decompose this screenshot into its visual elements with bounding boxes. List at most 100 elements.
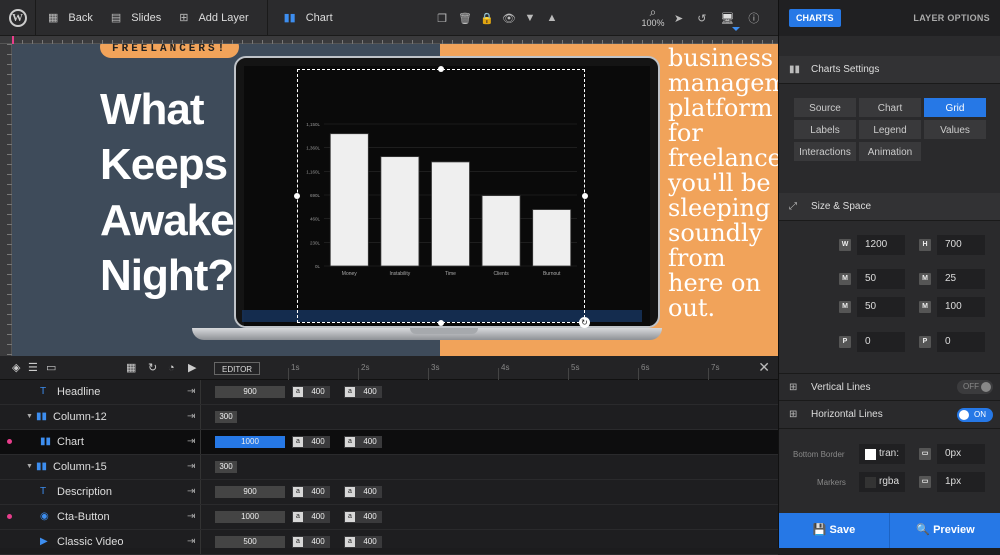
charts-settings-header[interactable]: ▮▮ Charts Settings — [779, 56, 1000, 84]
timer-icon[interactable]: ◔ — [168, 356, 175, 380]
layer-row-headline[interactable]: T Headline ⇥ 900 a 400 a 400 — [0, 380, 778, 405]
horizontal-lines-toggle[interactable]: ON — [957, 408, 993, 422]
layer-row-column-12[interactable]: ▼ ▮▮ Column-12 ⇥ 300 — [0, 405, 778, 430]
resize-handle-left[interactable] — [294, 193, 300, 199]
loop-icon[interactable]: ↻ — [148, 356, 157, 380]
start-time-pill[interactable]: 1000 — [215, 436, 285, 448]
tab-charts[interactable]: CHARTS — [789, 9, 841, 27]
slides-button[interactable]: ▤ Slides — [111, 0, 161, 36]
settings-panel: CHARTS LAYER OPTIONS ▮▮ Charts Settings S… — [778, 0, 1000, 548]
out-duration-pill[interactable]: a 400 — [344, 436, 382, 448]
zoom-control[interactable]: ⌕ 100% — [640, 6, 666, 28]
margin-bottom-input[interactable]: 50 — [857, 297, 905, 317]
settings-tab-source[interactable]: Source — [793, 97, 857, 118]
rotate-handle-icon[interactable]: ↻ — [579, 317, 590, 328]
pin-icon[interactable]: ⇥ — [187, 455, 195, 479]
pin-icon[interactable]: ⇥ — [187, 430, 195, 454]
chart-layer-label[interactable]: ▮▮ Chart — [284, 0, 333, 36]
cursor-icon[interactable]: ➤ — [674, 12, 683, 25]
lock-icon[interactable]: 🔒 — [480, 12, 494, 25]
out-duration-pill[interactable]: a 400 — [344, 486, 382, 498]
resize-handle-right[interactable] — [582, 193, 588, 199]
layers-icon[interactable]: ◈ — [12, 356, 20, 380]
duplicate-icon[interactable]: ❐ — [436, 12, 448, 25]
margin-top-input[interactable]: 50 — [857, 269, 905, 289]
arrow-up-icon[interactable]: ▲ — [546, 12, 558, 24]
in-animation-icon: a — [293, 537, 303, 547]
arrow-down-icon[interactable]: ▼ — [524, 12, 536, 24]
preview-button[interactable]: 🔍 Preview — [890, 513, 1000, 548]
in-animation-icon: a — [293, 487, 303, 497]
list-icon[interactable]: ☰ — [28, 356, 38, 380]
settings-tab-legend[interactable]: Legend — [858, 119, 922, 140]
settings-tab-grid[interactable]: Grid — [923, 97, 987, 118]
editor-tag[interactable]: EDITOR — [214, 362, 261, 375]
resize-handle-bottom[interactable] — [438, 320, 444, 326]
tab-layer-options[interactable]: LAYER OPTIONS — [913, 13, 990, 23]
vertical-lines-toggle[interactable]: OFF — [957, 380, 993, 394]
settings-tab-labels[interactable]: Labels — [793, 119, 857, 140]
pin-icon[interactable]: ⇥ — [187, 530, 195, 554]
timeline-tick-line — [498, 368, 499, 380]
markers-width-input[interactable]: 1px — [937, 472, 985, 492]
wordpress-logo-icon[interactable]: W — [0, 0, 36, 36]
out-duration-pill[interactable]: a 400 — [344, 536, 382, 548]
grid-snap-icon[interactable]: ▦ — [126, 356, 136, 380]
pin-icon[interactable]: ⇥ — [187, 380, 195, 404]
column-start-pill[interactable]: 300 — [215, 411, 237, 423]
expand-arrow-icon[interactable]: ▼ — [26, 405, 33, 429]
layer-row-classic-video[interactable]: ▶ Classic Video ⇥ 500 a 400 a 400 — [0, 530, 778, 555]
size-space-header[interactable]: ⤢ Size & Space — [779, 193, 1000, 221]
play-icon[interactable]: ▶ — [188, 356, 196, 380]
settings-tab-chart[interactable]: Chart — [858, 97, 922, 118]
in-duration-pill[interactable]: a 400 — [292, 436, 330, 448]
out-duration-pill[interactable]: a 400 — [344, 386, 382, 398]
out-duration-pill[interactable]: a 400 — [344, 511, 382, 523]
in-duration-pill[interactable]: a 400 — [292, 386, 330, 398]
start-time-pill[interactable]: 1000 — [215, 511, 285, 523]
pin-icon[interactable]: ⇥ — [187, 480, 195, 504]
close-timeline-icon[interactable]: ✕ — [758, 359, 770, 376]
margin-right-input[interactable]: 25 — [937, 269, 985, 289]
layer-row-description[interactable]: T Description ⇥ 900 a 400 a 400 — [0, 480, 778, 505]
layer-row-chart[interactable]: ▮▮ Chart ⇥ 1000 a 400 a 400 — [0, 430, 778, 455]
bottom-border-width-input[interactable]: 0px — [937, 444, 985, 464]
expand-arrow-icon[interactable]: ▼ — [26, 455, 33, 479]
desktop-icon[interactable]: 🖥 — [720, 12, 734, 25]
markers-swatch[interactable] — [865, 477, 876, 488]
bottom-border-swatch[interactable] — [865, 449, 876, 460]
settings-tab-interactions[interactable]: Interactions — [793, 141, 857, 162]
settings-tab-animation[interactable]: Animation — [858, 141, 922, 162]
in-duration-pill[interactable]: a 400 — [292, 511, 330, 523]
start-time-pill[interactable]: 900 — [215, 486, 285, 498]
timeline-tick-label: 6s — [641, 363, 650, 372]
save-button[interactable]: 💾 Save — [779, 513, 890, 548]
layer-row-cta-button[interactable]: ◉ Cta-Button ⇥ 1000 a 400 a 400 — [0, 505, 778, 530]
start-time-pill[interactable]: 900 — [215, 386, 285, 398]
pin-icon[interactable]: ⇥ — [187, 405, 195, 429]
slide-canvas[interactable]: FREELANCERS! What Keeps You Awake At Nig… — [12, 44, 778, 356]
settings-tab-values[interactable]: Values — [923, 119, 987, 140]
chart-selection-box[interactable] — [297, 69, 585, 323]
layer-row-column-15[interactable]: ▼ ▮▮ Column-15 ⇥ 300 — [0, 455, 778, 480]
delete-icon[interactable]: 🗑 — [458, 12, 472, 25]
add-layer-button[interactable]: ⊞ Add Layer — [179, 0, 248, 36]
in-duration-pill[interactable]: a 400 — [292, 486, 330, 498]
margin-left-input[interactable]: 100 — [937, 297, 985, 317]
padding-left-input[interactable]: 0 — [857, 332, 905, 352]
back-button[interactable]: ▦ Back — [48, 0, 93, 36]
resize-handle-top[interactable] — [438, 66, 444, 72]
width-input[interactable]: 1200 — [857, 235, 905, 255]
in-animation-icon: a — [293, 512, 303, 522]
column-start-pill[interactable]: 300 — [215, 461, 237, 473]
start-time-pill[interactable]: 500 — [215, 536, 285, 548]
pin-icon[interactable]: ⇥ — [187, 505, 195, 529]
folder-icon[interactable]: ▭ — [46, 356, 56, 380]
undo-icon[interactable]: ↺ — [697, 12, 706, 25]
in-animation-icon: a — [293, 387, 303, 397]
padding-right-input[interactable]: 0 — [937, 332, 985, 352]
help-icon[interactable]: ⓘ — [748, 10, 759, 26]
visibility-icon[interactable]: 👁 — [502, 12, 516, 25]
in-duration-pill[interactable]: a 400 — [292, 536, 330, 548]
height-input[interactable]: 700 — [937, 235, 985, 255]
